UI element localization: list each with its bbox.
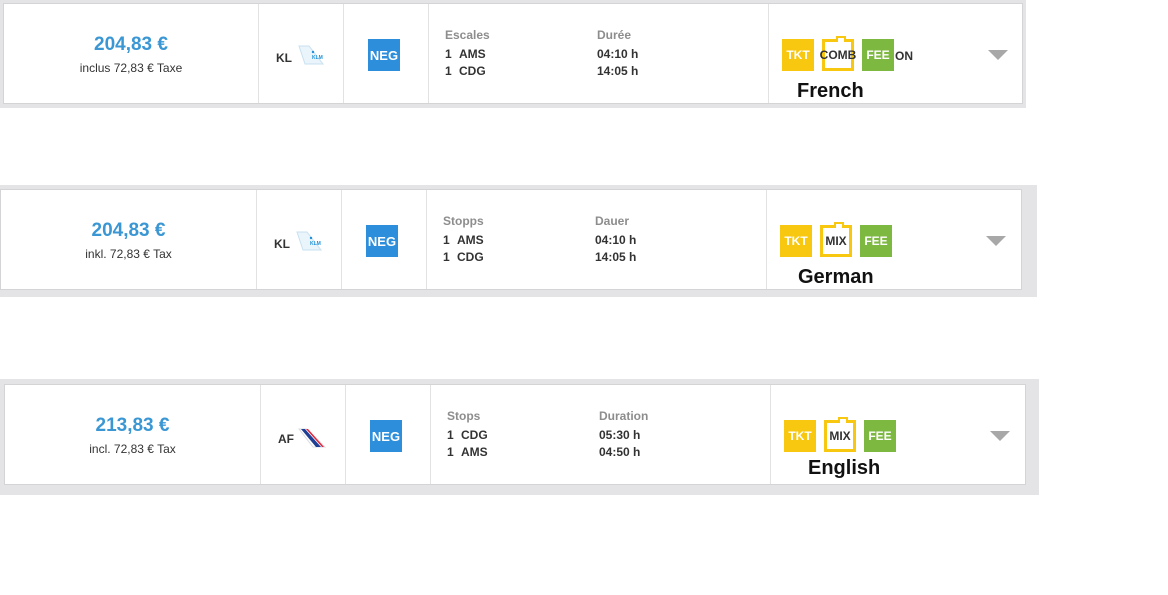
negotiated-fare-badge: NEG (368, 39, 400, 71)
price-amount: 213,83 € (95, 415, 170, 436)
bag-handle-icon (838, 417, 848, 423)
segment-duration: 04:10 h (595, 233, 637, 247)
fare-type-cell: NEG (343, 4, 429, 103)
duration-header: Dauer (595, 214, 630, 228)
language-label: English (808, 457, 881, 479)
air-france-tail-icon (297, 428, 327, 448)
itinerary-cell: Stops Duration 1 CDG 05:30 h 1 AMS 04:50… (430, 385, 771, 484)
price-cell: 213,83 € incl. 72,83 € Tax (5, 385, 261, 484)
airline-cell: AF (260, 385, 346, 484)
chevron-down-icon[interactable] (988, 50, 1008, 60)
chevron-down-icon[interactable] (986, 236, 1006, 246)
airline-cell: KL KLM (258, 4, 344, 103)
price-tax-note: incl. 72,83 € Tax (89, 442, 176, 456)
segment-stops: 1 (445, 47, 452, 61)
segment-duration: 14:05 h (597, 64, 639, 78)
fare-type-cell: NEG (345, 385, 431, 484)
airline-code: KL (276, 51, 292, 65)
language-label: French (797, 80, 864, 102)
segment-duration: 14:05 h (595, 250, 637, 264)
stops-header: Stops (447, 409, 481, 423)
mix-tag-label: MIX (825, 234, 847, 248)
duration-header: Durée (597, 28, 632, 42)
price-cell: 204,83 € inclus 72,83 € Taxe (4, 4, 259, 103)
segment-airport: AMS (457, 233, 484, 247)
fee-tag: FEE (864, 420, 896, 452)
combination-tag-label: COMB (819, 48, 857, 62)
mix-tag-label: MIX (829, 429, 851, 443)
segment-stops: 1 (443, 250, 450, 264)
fare-card-french[interactable]: 204,83 € inclus 72,83 € Taxe KL KLM NEG … (3, 3, 1023, 104)
price-tax-note: inkl. 72,83 € Tax (85, 247, 172, 261)
itinerary-cell: Stopps Dauer 1 AMS 04:10 h 1 CDG 14:05 h (426, 190, 767, 289)
segment-stops: 1 (443, 233, 450, 247)
segment-airport: CDG (457, 250, 484, 264)
chevron-down-icon[interactable] (990, 431, 1010, 441)
segment-duration: 04:10 h (597, 47, 639, 61)
segment-airport: AMS (461, 445, 488, 459)
tkt-tag: TKT (782, 39, 814, 71)
combination-label-overflow: ON (895, 49, 913, 63)
svg-text:KLM: KLM (312, 55, 323, 61)
language-label: German (798, 266, 874, 288)
segment-stops: 1 (445, 64, 452, 78)
klm-tail-icon: KLM (296, 231, 323, 251)
segment-airport: AMS (459, 47, 486, 61)
stops-header: Stopps (443, 214, 484, 228)
segment-duration: 05:30 h (599, 428, 641, 442)
airline-cell: KL KLM (256, 190, 342, 289)
price-amount: 204,83 € (94, 34, 168, 55)
svg-text:KLM: KLM (310, 241, 321, 247)
segment-stops: 1 (447, 428, 454, 442)
mix-tag: MIX (820, 222, 852, 257)
fee-tag: FEE (860, 225, 892, 257)
mix-tag: MIX (824, 417, 856, 452)
klm-tail-icon: KLM (298, 45, 325, 65)
segment-stops: 1 (447, 445, 454, 459)
price-tax-note: inclus 72,83 € Taxe (79, 61, 183, 75)
price-cell: 204,83 € inkl. 72,83 € Tax (1, 190, 257, 289)
price-amount: 204,83 € (91, 220, 166, 241)
duration-header: Duration (599, 409, 649, 423)
airline-code: KL (274, 237, 290, 251)
segment-duration: 04:50 h (599, 445, 641, 459)
combination-tag: COMB (819, 36, 857, 71)
segment-airport: CDG (459, 64, 486, 78)
stops-header: Escales (445, 28, 490, 42)
tkt-tag: TKT (784, 420, 816, 452)
fee-tag: FEE (862, 39, 894, 71)
itinerary-cell: Escales Durée 1 AMS 04:10 h 1 CDG 14:05 … (428, 4, 769, 103)
negotiated-fare-badge: NEG (370, 420, 402, 452)
segment-airport: CDG (461, 428, 488, 442)
tkt-tag: TKT (780, 225, 812, 257)
airline-code: AF (278, 432, 294, 446)
bag-handle-icon (836, 36, 846, 42)
bag-handle-icon (834, 222, 844, 228)
negotiated-fare-badge: NEG (366, 225, 398, 257)
fare-type-cell: NEG (341, 190, 427, 289)
